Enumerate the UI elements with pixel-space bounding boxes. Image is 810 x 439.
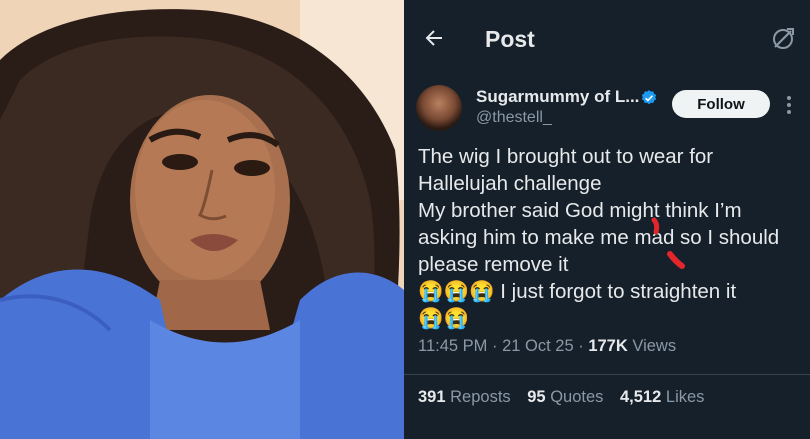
top-bar: Post [404, 0, 810, 78]
post-text-line: 😭😭😭 I just forgot to straighten it [418, 280, 737, 303]
post-time[interactable]: 11:45 PM [418, 337, 487, 355]
selfie-illustration [0, 0, 404, 439]
author-handle[interactable]: @thestell_ [476, 109, 552, 127]
red-annotation-mark [651, 217, 685, 269]
quotes-stat[interactable]: 95 Quotes [527, 388, 608, 406]
page-title: Post [485, 26, 535, 52]
views-label: Views [632, 337, 677, 355]
post-text: The wig I brought out to wear for Hallel… [418, 143, 806, 332]
post-text-line: The wig I brought out to wear for [418, 145, 714, 168]
arrow-left-icon[interactable] [422, 26, 446, 50]
post-text-line: asking him to make me mad so I should [418, 226, 780, 249]
quotes-count: 95 [527, 388, 546, 406]
likes-label: Likes [665, 388, 705, 406]
engagement-stats: 391 Reposts 95 Quotes 4,512 Likes [418, 388, 716, 407]
post-date[interactable]: 21 Oct 25 [502, 337, 574, 355]
post-text-line: Hallelujah challenge [418, 172, 602, 195]
post-panel: Post Sugarmummy of L... @thestell_ Follo… [404, 0, 810, 439]
likes-stat[interactable]: 4,512 Likes [620, 388, 704, 406]
grok-icon[interactable] [770, 26, 796, 52]
views-count: 177K [588, 337, 628, 355]
post-text-line: please remove it [418, 253, 569, 276]
verified-badge-icon [641, 90, 657, 105]
author-display-name[interactable]: Sugarmummy of L... [476, 87, 639, 107]
reposts-label: Reposts [450, 388, 511, 406]
quotes-label: Quotes [550, 388, 604, 406]
post-text-line: 😭😭 [418, 307, 470, 330]
follow-button[interactable]: Follow [672, 90, 770, 118]
reposts-count: 391 [418, 388, 446, 406]
likes-count: 4,512 [620, 388, 662, 406]
selfie-photo [0, 0, 404, 439]
divider [404, 374, 810, 375]
reposts-stat[interactable]: 391 Reposts [418, 388, 515, 406]
post-meta: 11:45 PM · 21 Oct 25 · 177K Views [418, 337, 677, 355]
avatar[interactable] [416, 85, 462, 131]
more-vertical-icon[interactable] [784, 94, 794, 116]
post-text-line: My brother said God might think I’m [418, 199, 742, 222]
